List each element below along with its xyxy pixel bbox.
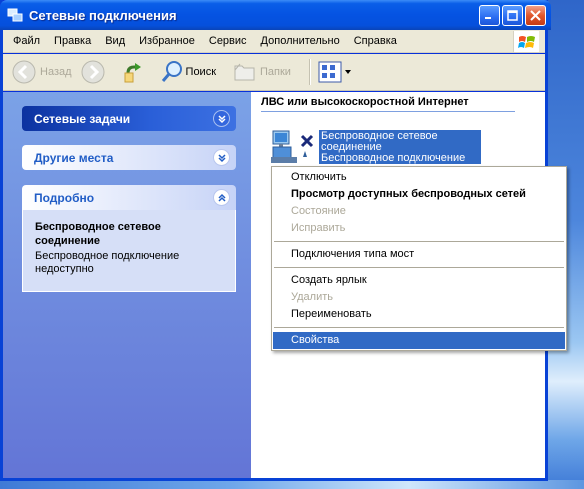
window-title: Сетевые подключения xyxy=(29,7,177,23)
toolbar-separator xyxy=(308,59,310,85)
menu-separator xyxy=(274,327,564,328)
up-button[interactable] xyxy=(118,57,152,87)
details-body: Беспроводное сетевое соединение Беспрово… xyxy=(22,210,236,292)
wireless-connection-icon[interactable] xyxy=(269,129,317,165)
minimize-button[interactable] xyxy=(479,5,500,26)
minimize-icon xyxy=(485,17,491,19)
network-tasks-header[interactable]: Сетевые задачи xyxy=(22,106,236,131)
group-heading: ЛВС или высокоскоростной Интернет xyxy=(261,96,515,112)
folders-icon xyxy=(234,63,255,81)
other-places-header[interactable]: Другие места xyxy=(22,145,236,170)
back-label: Назад xyxy=(40,66,72,78)
chevron-down-icon[interactable] xyxy=(213,110,230,127)
toolbar: Назад Поиск Папки xyxy=(3,54,545,91)
close-button[interactable] xyxy=(525,5,546,26)
forward-button[interactable] xyxy=(76,57,110,87)
menu-status: Состояние xyxy=(291,205,346,217)
connection-status-line: Беспроводное подключение xyxy=(321,152,466,164)
menu-disconnect[interactable]: Отключить xyxy=(273,169,565,186)
details-connection-name: Беспроводное сетевое соединение xyxy=(35,221,161,247)
menu-file[interactable]: Файл xyxy=(3,31,47,51)
forward-arrow-icon xyxy=(81,60,105,84)
menu-rename[interactable]: Переименовать xyxy=(273,306,565,323)
menu-help[interactable]: Справка xyxy=(347,31,404,51)
search-icon xyxy=(161,61,182,82)
chevron-up-icon[interactable] xyxy=(213,189,230,206)
menu-edit[interactable]: Правка xyxy=(47,31,98,51)
menu-properties[interactable]: Свойства xyxy=(273,332,565,349)
context-menu: Отключить Просмотр доступных беспроводны… xyxy=(271,166,567,351)
menu-create-shortcut[interactable]: Создать ярлык xyxy=(273,272,565,289)
folders-button[interactable]: Папки xyxy=(228,57,295,87)
menu-advanced[interactable]: Дополнительно xyxy=(254,31,347,51)
close-icon xyxy=(530,10,541,21)
windows-logo-icon xyxy=(513,31,539,52)
maximize-icon xyxy=(507,10,518,21)
menu-bridge-connections[interactable]: Подключения типа мост xyxy=(273,246,565,263)
menu-view-wireless-networks[interactable]: Просмотр доступных беспроводных сетей xyxy=(273,186,565,203)
title-bar[interactable]: Сетевые подключения xyxy=(0,0,551,30)
back-button[interactable]: Назад xyxy=(7,57,76,87)
menu-separator xyxy=(274,241,564,242)
maximize-button[interactable] xyxy=(502,5,523,26)
menu-view[interactable]: Вид xyxy=(98,31,132,51)
views-button[interactable] xyxy=(314,57,356,87)
views-icon xyxy=(318,61,342,83)
folder-up-icon xyxy=(124,63,141,83)
desktop-background-bottom xyxy=(0,480,584,489)
chevron-down-icon[interactable] xyxy=(213,149,230,166)
menu-tools[interactable]: Сервис xyxy=(202,31,254,51)
network-tasks-group: Сетевые задачи xyxy=(22,106,236,131)
search-button[interactable]: Поиск xyxy=(156,57,220,87)
search-label: Поиск xyxy=(185,66,217,78)
dropdown-arrow-icon xyxy=(344,70,351,74)
details-group: Подробно Беспроводное сетевое соединение… xyxy=(22,185,236,292)
menu-delete: Удалить xyxy=(291,291,333,303)
details-connection-status: Беспроводное подключение недоступно xyxy=(35,250,180,275)
menu-bar: Файл Правка Вид Избранное Сервис Дополни… xyxy=(3,30,545,53)
network-tasks-title: Сетевые задачи xyxy=(34,111,131,126)
folders-label: Папки xyxy=(260,66,291,78)
menu-separator xyxy=(274,267,564,268)
other-places-group: Другие места xyxy=(22,145,236,170)
details-title: Подробно xyxy=(34,190,95,205)
menu-repair: Исправить xyxy=(291,222,346,234)
network-connections-icon xyxy=(6,6,24,24)
back-arrow-icon xyxy=(12,60,36,84)
details-header[interactable]: Подробно xyxy=(22,185,236,210)
task-pane: Сетевые задачи Другие места Подробно Бес… xyxy=(3,92,251,478)
menu-favorites[interactable]: Избранное xyxy=(132,31,202,51)
wireless-connection-label[interactable]: Беспроводное сетевое соединение Беспрово… xyxy=(319,130,481,164)
other-places-title: Другие места xyxy=(34,150,114,165)
